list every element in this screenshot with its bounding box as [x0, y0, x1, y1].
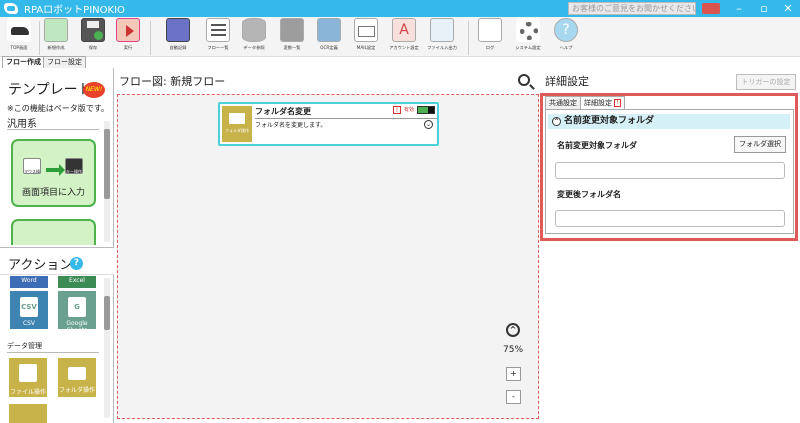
tab-common-settings[interactable]: 共通設定 [545, 96, 581, 109]
csv-card[interactable]: CSV CSV [10, 291, 48, 329]
zoom-level: 75% [503, 345, 524, 355]
target-folder-field[interactable] [555, 162, 785, 179]
gear-icon [516, 18, 540, 42]
trigger-settings-button[interactable]: トリガーの設定 [736, 74, 796, 90]
word-card[interactable]: Word [10, 276, 48, 288]
log-icon [478, 18, 502, 42]
maximize-button[interactable]: ▫ [753, 1, 775, 16]
database-icon [242, 18, 266, 42]
variables-button[interactable]: 変数一覧 [274, 18, 310, 51]
data-section-divider [7, 352, 99, 353]
save-button[interactable]: 保存 [75, 18, 111, 51]
feedback-link[interactable]: お客様のご意見をお聞かせください [568, 2, 696, 15]
feedback-icon[interactable] [702, 3, 720, 14]
flow-list-button[interactable]: フロー一覧 [200, 18, 236, 51]
detail-title: 詳細設定 [545, 75, 589, 88]
sheets-icon: G [68, 297, 86, 317]
minimize-button[interactable]: – [728, 1, 750, 16]
app-title: RPAロボットPINOKIO [24, 5, 125, 16]
target-folder-label: 名前変更対象フォルダ [557, 141, 637, 150]
mail-icon [354, 18, 378, 42]
node-status: 有効 [404, 107, 415, 113]
collapse-icon[interactable]: ^ [552, 117, 561, 126]
new-folder-name-label: 変更後フォルダ名 [557, 190, 621, 199]
file-op-card[interactable]: ファイル操作 [9, 358, 47, 397]
folder-icon: フォルダ操作 [222, 106, 252, 142]
flow-node-rename-folder[interactable]: フォルダ操作 フォルダ名変更 ! 有効 フォルダ名を変更します。 ⌄ [218, 102, 439, 146]
file-icon [19, 364, 37, 382]
template-card-label: 画面項目に入力 [21, 188, 85, 198]
node-description: フォルダ名を変更します。 [255, 118, 437, 129]
template-title: テンプレート [8, 82, 92, 98]
template-card-next[interactable] [11, 219, 96, 245]
record-icon [166, 18, 190, 42]
zoom-in-button[interactable]: + [506, 367, 521, 381]
run-button[interactable]: 実行 [110, 18, 146, 51]
flow-title: フロー図: 新規フロー [119, 75, 226, 88]
data-ref-button[interactable]: データ参照 [236, 18, 272, 51]
excel-card[interactable]: Excel [58, 276, 96, 288]
category-divider [7, 129, 99, 130]
file-io-icon [430, 18, 454, 42]
new-file-icon [44, 18, 68, 42]
file-io-button[interactable]: ファイル入出力 [424, 18, 460, 51]
zoom-out-button[interactable]: - [506, 390, 521, 404]
ocr-button[interactable]: OCR定義 [311, 18, 347, 51]
action-scrollbar[interactable] [104, 278, 110, 418]
beta-note: ※この機能はベータ版です。 [7, 104, 109, 113]
data-section-title: データ管理 [7, 342, 42, 350]
tab-flow-settings[interactable]: フロー設定 [43, 56, 86, 68]
mail-button[interactable]: MAIL設定 [348, 18, 384, 51]
node-enable-toggle[interactable] [417, 106, 435, 114]
mouse-icon: マウス操作 [23, 158, 41, 174]
arrow-icon [46, 164, 65, 176]
new-badge: NEW! [83, 82, 105, 98]
auto-record-button[interactable]: 自動記録 [160, 18, 196, 51]
play-icon [116, 18, 140, 42]
system-settings-button[interactable]: システム設定 [510, 18, 546, 51]
category-title: 汎用系 [7, 119, 37, 130]
folder-op-card[interactable]: フォルダ操作 [58, 358, 96, 397]
help-icon: ? [554, 18, 578, 42]
folder-select-button[interactable]: フォルダ選択 [734, 136, 786, 153]
ocr-icon [317, 18, 341, 42]
app-logo-icon [4, 3, 18, 14]
template-scrollbar[interactable] [104, 121, 110, 242]
chevron-down-icon[interactable]: ⌄ [424, 120, 433, 129]
account-icon: A [392, 18, 416, 42]
tab-flow-create[interactable]: フロー作成 [2, 56, 45, 68]
new-folder-name-field[interactable] [555, 210, 785, 227]
list-icon [206, 18, 230, 42]
warning-icon: ! [393, 106, 401, 114]
template-scroll-thumb[interactable] [104, 129, 110, 199]
action-title: アクション [8, 258, 73, 273]
home-icon [7, 18, 31, 42]
warning-icon: ! [614, 99, 621, 107]
log-button[interactable]: ログ [472, 18, 508, 51]
node-title: フォルダ名変更 [255, 107, 311, 116]
top-screen-button[interactable]: TOP画面 [1, 18, 37, 51]
template-card-input[interactable]: マウス操作 キー操作 画面項目に入力 [11, 139, 96, 207]
action-header: アクション ? [0, 247, 114, 275]
folder-icon [68, 367, 86, 380]
toolbar: TOP画面 新規作成 保存 実行 自動記録 フロー一覧 データ参照 変数一覧 O… [0, 17, 800, 57]
new-flow-button[interactable]: 新規作成 [38, 18, 74, 51]
close-button[interactable]: ✕ [777, 1, 799, 16]
keyboard-icon: キー操作 [65, 158, 83, 174]
csv-icon: CSV [20, 297, 38, 317]
section-header[interactable]: 名前変更対象フォルダ [548, 114, 790, 129]
search-icon[interactable] [518, 74, 530, 86]
next-action-card[interactable] [9, 404, 47, 423]
action-help-icon[interactable]: ? [70, 257, 83, 270]
action-scroll-thumb[interactable] [104, 296, 110, 330]
tab-detail-settings[interactable]: 詳細設定! [580, 96, 625, 109]
help-button[interactable]: ? ヘルプ [548, 18, 584, 51]
variable-icon [280, 18, 304, 42]
google-sheets-card[interactable]: GGoogle Sheets [58, 291, 96, 329]
scroll-up-icon[interactable]: ^ [506, 323, 520, 337]
save-icon [81, 18, 105, 42]
account-button[interactable]: A アカウント設定 [386, 18, 422, 51]
